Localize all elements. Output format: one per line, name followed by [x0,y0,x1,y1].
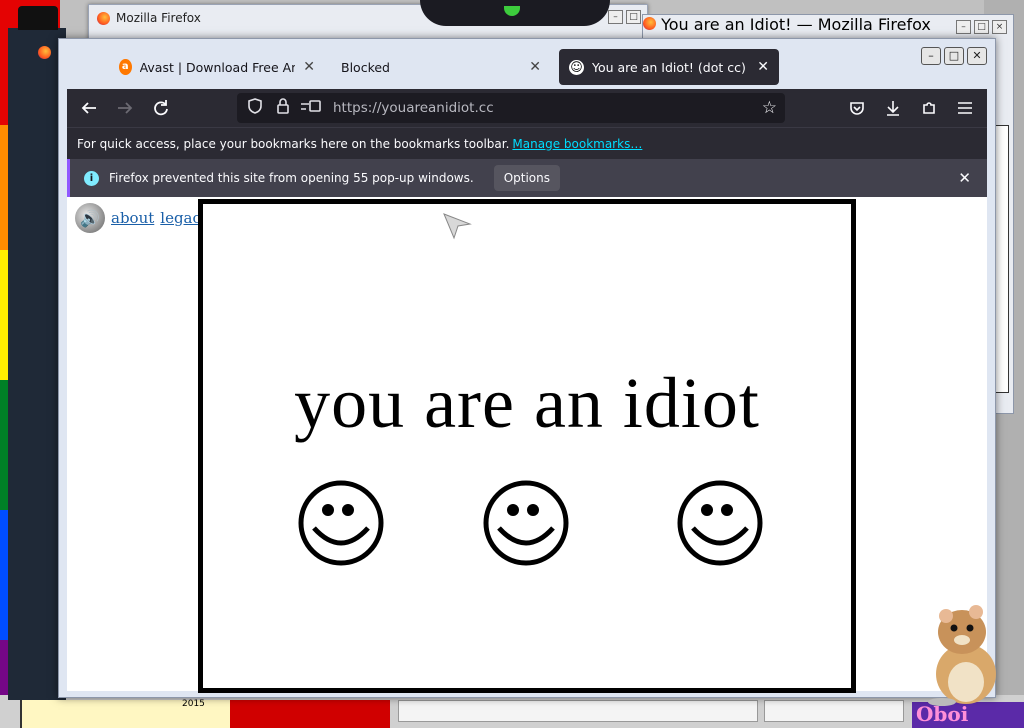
hamster-icon [928,605,996,706]
maximize-button[interactable]: □ [944,47,964,65]
idiot-message: you are an idiot [294,363,760,443]
popup-blocked-notification: i Firefox prevented this site from openi… [67,159,987,197]
firefox-icon [643,17,656,30]
back-arrow-icon [81,102,96,114]
permissions-icon[interactable] [299,98,323,118]
desktop-window-fragment [764,700,904,722]
info-icon: i [84,170,99,186]
year-label: 2015 [182,699,205,709]
navigation-toolbar: https://youareanidiot.cc ☆ [67,89,987,127]
desktop-red-window [230,700,390,728]
forward-arrow-icon [118,102,133,114]
smiley-icon: ☺ [569,59,584,75]
close-button[interactable]: × [992,20,1007,34]
minimize-button[interactable]: – [921,47,941,65]
bookmark-star-icon[interactable]: ☆ [762,98,777,118]
tab-label: You are an Idiot! (dot cc) [592,59,746,75]
speaker-icon[interactable]: 🔊 [75,203,105,233]
url-bar[interactable]: https://youareanidiot.cc ☆ [237,93,785,123]
close-tab-icon[interactable]: ✕ [757,59,769,75]
puzzle-icon [923,102,935,114]
minimize-button[interactable]: – [608,10,623,24]
smiley-icon [483,480,569,566]
background-window-title: You are an Idiot! — Mozilla Firefox [661,15,931,34]
hamburger-icon [958,102,972,114]
mouse-cursor-icon [443,213,472,240]
dark-hat-shape [18,6,58,30]
about-link[interactable]: about [111,209,154,227]
lock-icon[interactable] [271,98,295,118]
forward-button[interactable] [107,89,143,127]
avast-icon: a [119,59,132,75]
downloads-button[interactable] [875,89,911,127]
smiley-icon [677,480,763,566]
background-window-title: Mozilla Firefox [116,11,201,25]
tab-label: Blocked [341,59,390,75]
tab-avast[interactable]: a Avast | Download Free Antivirus ✕ [109,49,325,85]
tab-strip: a Avast | Download Free Antivirus ✕ Bloc… [59,39,995,89]
desktop-window-fragment [398,700,758,722]
options-button[interactable]: Options [493,165,560,191]
firefox-icon [97,11,110,25]
pocket-icon [850,102,864,115]
background-window-controls: – □ × [956,20,1007,34]
notification-text: Firefox prevented this site from opening… [109,171,474,185]
close-button[interactable]: ✕ [967,47,987,65]
toolbar-right [839,89,983,127]
close-tab-icon[interactable]: ✕ [529,59,541,75]
url-text[interactable]: https://youareanidiot.cc [333,100,494,116]
dark-titlebar-shape [420,0,610,26]
reload-button[interactable] [143,89,179,127]
firefox-icon [38,46,51,59]
minimize-button[interactable]: – [956,20,971,34]
reload-icon [154,100,168,116]
manage-bookmarks-link[interactable]: Manage bookmarks… [512,137,642,151]
extensions-button[interactable] [911,89,947,127]
maximize-button[interactable]: □ [974,20,989,34]
green-indicator [504,6,520,16]
bookmarks-hint: For quick access, place your bookmarks h… [77,136,510,151]
tab-label: Avast | Download Free Antivirus [139,59,296,75]
close-tab-icon[interactable]: ✕ [303,59,315,75]
shield-icon[interactable] [243,98,267,118]
download-icon [887,101,899,116]
menu-button[interactable] [947,89,983,127]
idiot-popup: you are an idiot [198,199,856,693]
tab-you-are-an-idiot[interactable]: ☺ You are an Idiot! (dot cc) ✕ [559,49,779,85]
tab-blocked[interactable]: Blocked ✕ [331,49,551,85]
background-window-controls: – □ [608,10,641,24]
back-button[interactable] [71,89,107,127]
window-controls: – □ ✕ [921,47,987,65]
smiley-icon [298,480,384,566]
maximize-button[interactable]: □ [626,10,641,24]
bookmarks-toolbar: For quick access, place your bookmarks h… [67,127,987,159]
pocket-button[interactable] [839,89,875,127]
close-notification-icon[interactable]: ✕ [958,169,971,187]
